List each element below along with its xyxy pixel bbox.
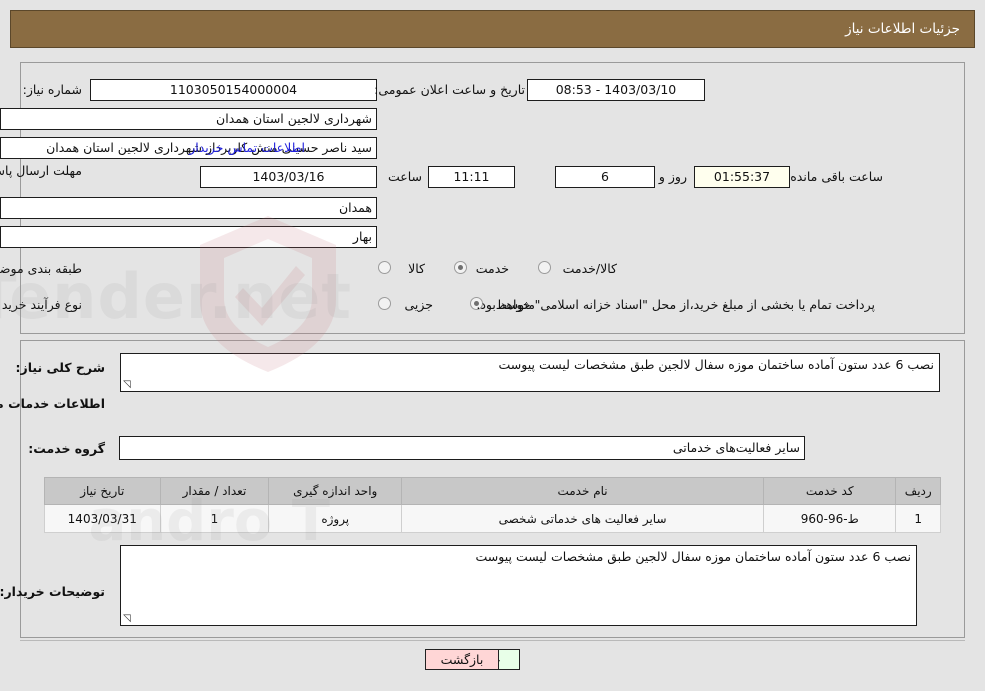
deadline-time-field[interactable]: 11:11 (428, 166, 515, 188)
process-label: نوع فرآیند خرید : (0, 297, 82, 312)
radio-category-2[interactable] (538, 261, 551, 274)
services-table: ردیف کد خدمت نام خدمت واحد اندازه گیری ت… (44, 477, 941, 533)
radio-category-2-label: کالا/خدمت (562, 261, 617, 276)
need-number-label: شماره نیاز: (22, 82, 82, 97)
service-group-label: گروه خدمت: (28, 441, 105, 456)
cell-row-no: 1 (895, 504, 941, 533)
buyer-notes-textarea[interactable]: نصب 6 عدد ستون آماده ساختمان موزه سفال ل… (120, 545, 917, 626)
radio-category-1[interactable] (454, 261, 467, 274)
col-service-name: نام خدمت (401, 477, 764, 505)
col-row-no: ردیف (895, 477, 941, 505)
buyer-notes-label: توضیحات خریدار: (0, 584, 105, 599)
general-desc-label: شرح کلی نیاز: (15, 360, 105, 375)
resize-grip-icon-2[interactable]: ◸ (123, 613, 133, 624)
col-unit: واحد اندازه گیری (268, 477, 403, 505)
cell-unit: پروژه (268, 504, 403, 533)
buyer-org-field[interactable]: شهرداری لالجین استان همدان (0, 108, 377, 130)
deadline-label: مهلت ارسال پاسخ: تا تاریخ: (0, 163, 82, 178)
remaining-days-field[interactable]: 6 (555, 166, 655, 188)
category-label: طبقه بندی موضوعی: (0, 261, 82, 276)
deadline-date-field[interactable]: 1403/03/16 (200, 166, 377, 188)
cell-service-name: سایر فعالیت های خدماتی شخصی (401, 504, 764, 533)
page-title: جزئیات اطلاعات نیاز (845, 21, 960, 37)
remaining-days-label: روز و (658, 169, 687, 184)
buyer-notes-value: نصب 6 عدد ستون آماده ساختمان موزه سفال ل… (475, 549, 911, 564)
col-quantity: تعداد / مقدار (159, 477, 270, 505)
radio-process-0-label: جزیی (404, 297, 433, 312)
radio-category-0[interactable] (378, 261, 391, 274)
resize-grip-icon[interactable]: ◸ (123, 379, 133, 390)
col-need-date: تاریخ نیاز (44, 477, 161, 505)
table-header-row: ردیف کد خدمت نام خدمت واحد اندازه گیری ت… (44, 477, 941, 505)
deadline-hour-label: ساعت (387, 169, 422, 184)
col-service-code: کد خدمت (762, 477, 897, 505)
services-section-title: اطلاعات خدمات مورد نیاز (0, 396, 105, 411)
general-desc-value: نصب 6 عدد ستون آماده ساختمان موزه سفال ل… (498, 357, 934, 372)
footer-divider (20, 640, 965, 641)
countdown-field: 01:55:37 (694, 166, 790, 188)
announce-datetime-field[interactable]: 1403/03/10 - 08:53 (527, 79, 705, 101)
need-number-field[interactable]: 1103050154000004 (90, 79, 377, 101)
buyer-contact-link[interactable]: اطلاعات تماس خریدار (189, 140, 305, 155)
table-row[interactable]: 1 ط-96-960 سایر فعالیت های خدماتی شخصی پ… (44, 504, 941, 533)
province-field[interactable]: همدان (0, 197, 377, 219)
radio-category-1-label: خدمت (475, 261, 509, 276)
page-root: AnaTender.net andro T جزئیات اطلاعات نیا… (0, 0, 985, 691)
cell-need-date: 1403/03/31 (44, 504, 161, 533)
countdown-label: ساعت باقی مانده (790, 169, 883, 184)
cell-service-code: ط-96-960 (762, 504, 897, 533)
radio-category-0-label: کالا (408, 261, 425, 276)
radio-process-0[interactable] (378, 297, 391, 310)
back-button[interactable]: بازگشت (425, 649, 499, 670)
city-field[interactable]: بهار (0, 226, 377, 248)
general-desc-textarea[interactable]: نصب 6 عدد ستون آماده ساختمان موزه سفال ل… (120, 353, 940, 392)
page-header: جزئیات اطلاعات نیاز (10, 10, 975, 48)
payment-note: پرداخت تمام یا بخشی از مبلغ خرید،از محل … (476, 297, 875, 312)
service-group-field[interactable]: سایر فعالیت‌های خدماتی (119, 436, 805, 460)
announce-datetime-label: تاریخ و ساعت اعلان عمومی: (374, 82, 525, 97)
cell-quantity: 1 (159, 504, 270, 533)
